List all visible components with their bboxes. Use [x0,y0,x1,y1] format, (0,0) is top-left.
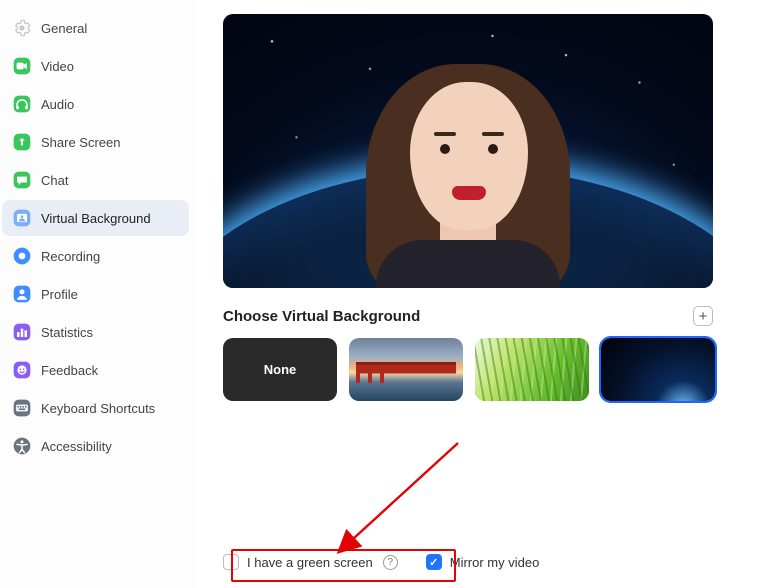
background-thumbnails: None [223,338,713,401]
virtual-bg-icon [12,208,32,228]
sidebar-item-label: Audio [41,97,74,112]
add-background-button[interactable]: + [693,306,713,326]
help-icon[interactable]: ? [383,555,398,570]
sidebar-item-label: Statistics [41,325,93,340]
sidebar-item-general[interactable]: General [2,10,189,46]
settings-sidebar: General Video Audio Share Screen Chat Vi… [0,0,195,588]
sidebar-item-virtual-background[interactable]: Virtual Background [2,200,189,236]
sidebar-item-chat[interactable]: Chat [2,162,189,198]
main-panel: Choose Virtual Background + None I have … [195,0,768,588]
profile-icon [12,284,32,304]
sidebar-item-label: Keyboard Shortcuts [41,401,155,416]
bg-option-bridge[interactable] [349,338,463,401]
sidebar-item-recording[interactable]: Recording [2,238,189,274]
bg-option-space[interactable] [601,338,715,401]
sidebar-item-keyboard-shortcuts[interactable]: Keyboard Shortcuts [2,390,189,426]
sidebar-item-label: Video [41,59,74,74]
green-screen-checkbox[interactable] [223,554,239,570]
sidebar-item-label: Profile [41,287,78,302]
sidebar-item-label: Accessibility [41,439,112,454]
share-screen-icon [12,132,32,152]
video-preview [223,14,713,288]
mirror-checkbox[interactable] [426,554,442,570]
green-screen-label: I have a green screen [247,555,373,570]
video-icon [12,56,32,76]
statistics-icon [12,322,32,342]
sidebar-item-label: Virtual Background [41,211,151,226]
plus-icon: + [699,309,708,324]
sidebar-item-accessibility[interactable]: Accessibility [2,428,189,464]
mirror-option: Mirror my video [426,554,540,570]
bg-option-none[interactable]: None [223,338,337,401]
sidebar-item-label: Share Screen [41,135,121,150]
sidebar-item-video[interactable]: Video [2,48,189,84]
green-screen-option: I have a green screen ? [223,554,398,570]
accessibility-icon [12,436,32,456]
sidebar-item-feedback[interactable]: Feedback [2,352,189,388]
sidebar-item-audio[interactable]: Audio [2,86,189,122]
sidebar-item-label: Chat [41,173,68,188]
sidebar-item-statistics[interactable]: Statistics [2,314,189,350]
options-row: I have a green screen ? Mirror my video [223,554,738,578]
chat-icon [12,170,32,190]
settings-icon [12,18,32,38]
recording-icon [12,246,32,266]
feedback-icon [12,360,32,380]
bg-option-grass[interactable] [475,338,589,401]
bg-option-label: None [264,362,297,377]
person-avatar [348,38,588,288]
keyboard-icon [12,398,32,418]
section-title: Choose Virtual Background [223,308,420,325]
sidebar-item-label: Feedback [41,363,98,378]
sidebar-item-label: General [41,21,87,36]
sidebar-item-profile[interactable]: Profile [2,276,189,312]
mirror-label: Mirror my video [450,555,540,570]
sidebar-item-label: Recording [41,249,100,264]
headphones-icon [12,94,32,114]
sidebar-item-share-screen[interactable]: Share Screen [2,124,189,160]
